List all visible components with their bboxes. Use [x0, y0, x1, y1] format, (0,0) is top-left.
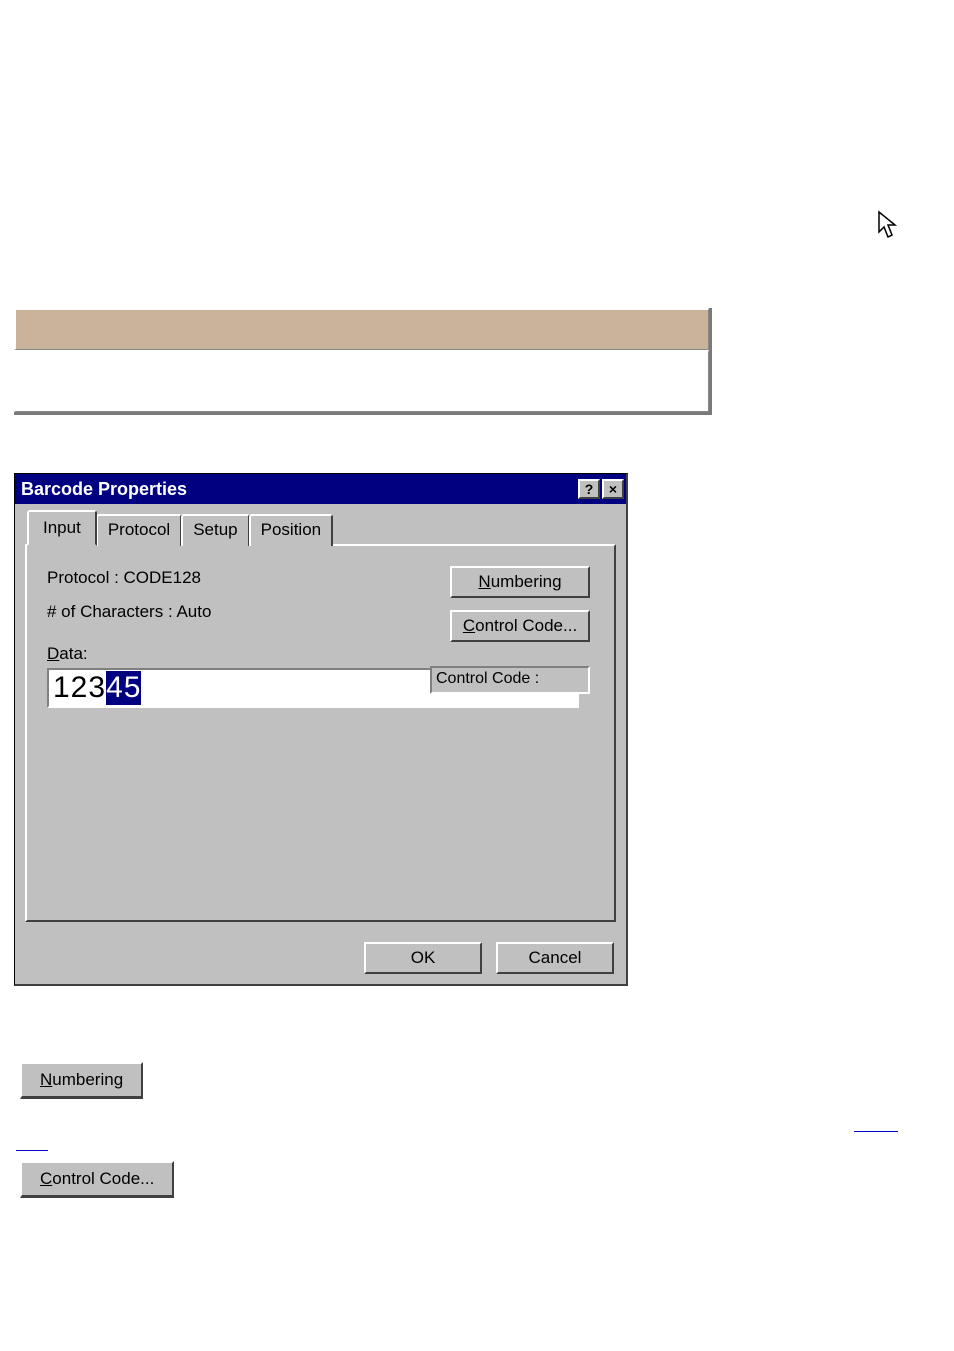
dialog-footer: OK Cancel [15, 932, 626, 984]
close-button[interactable]: × [602, 479, 624, 499]
tab-position[interactable]: Position [249, 514, 333, 546]
inset-panel [14, 308, 712, 415]
help-button[interactable]: ? [578, 479, 600, 499]
numbering-button-standalone[interactable]: Numbering [20, 1062, 143, 1099]
panel-body-row [14, 350, 709, 412]
dialog-title: Barcode Properties [21, 479, 576, 500]
data-selected: 45 [106, 671, 141, 705]
numbering-button[interactable]: Numbering [450, 566, 590, 598]
link-mark-right [854, 1130, 898, 1132]
panel-header-row [14, 308, 709, 350]
titlebar[interactable]: Barcode Properties ? × [15, 474, 626, 504]
barcode-properties-dialog: Barcode Properties ? × Input Protocol Se… [14, 473, 628, 986]
tabstrip: Input Protocol Setup Position [31, 512, 616, 546]
link-mark-left [16, 1149, 48, 1151]
control-code-button-standalone[interactable]: Control Code... [20, 1161, 174, 1198]
ok-button[interactable]: OK [364, 942, 482, 974]
control-code-display: Control Code : [430, 666, 590, 694]
control-code-button[interactable]: Control Code... [450, 610, 590, 642]
cursor-icon [873, 210, 901, 249]
tab-protocol[interactable]: Protocol [96, 514, 182, 546]
tab-panel-input: Protocol : CODE128 # of Characters : Aut… [25, 544, 616, 922]
cancel-button[interactable]: Cancel [496, 942, 614, 974]
tab-setup[interactable]: Setup [181, 514, 249, 546]
data-unselected: 123 [53, 671, 106, 705]
tab-input[interactable]: Input [27, 510, 97, 546]
